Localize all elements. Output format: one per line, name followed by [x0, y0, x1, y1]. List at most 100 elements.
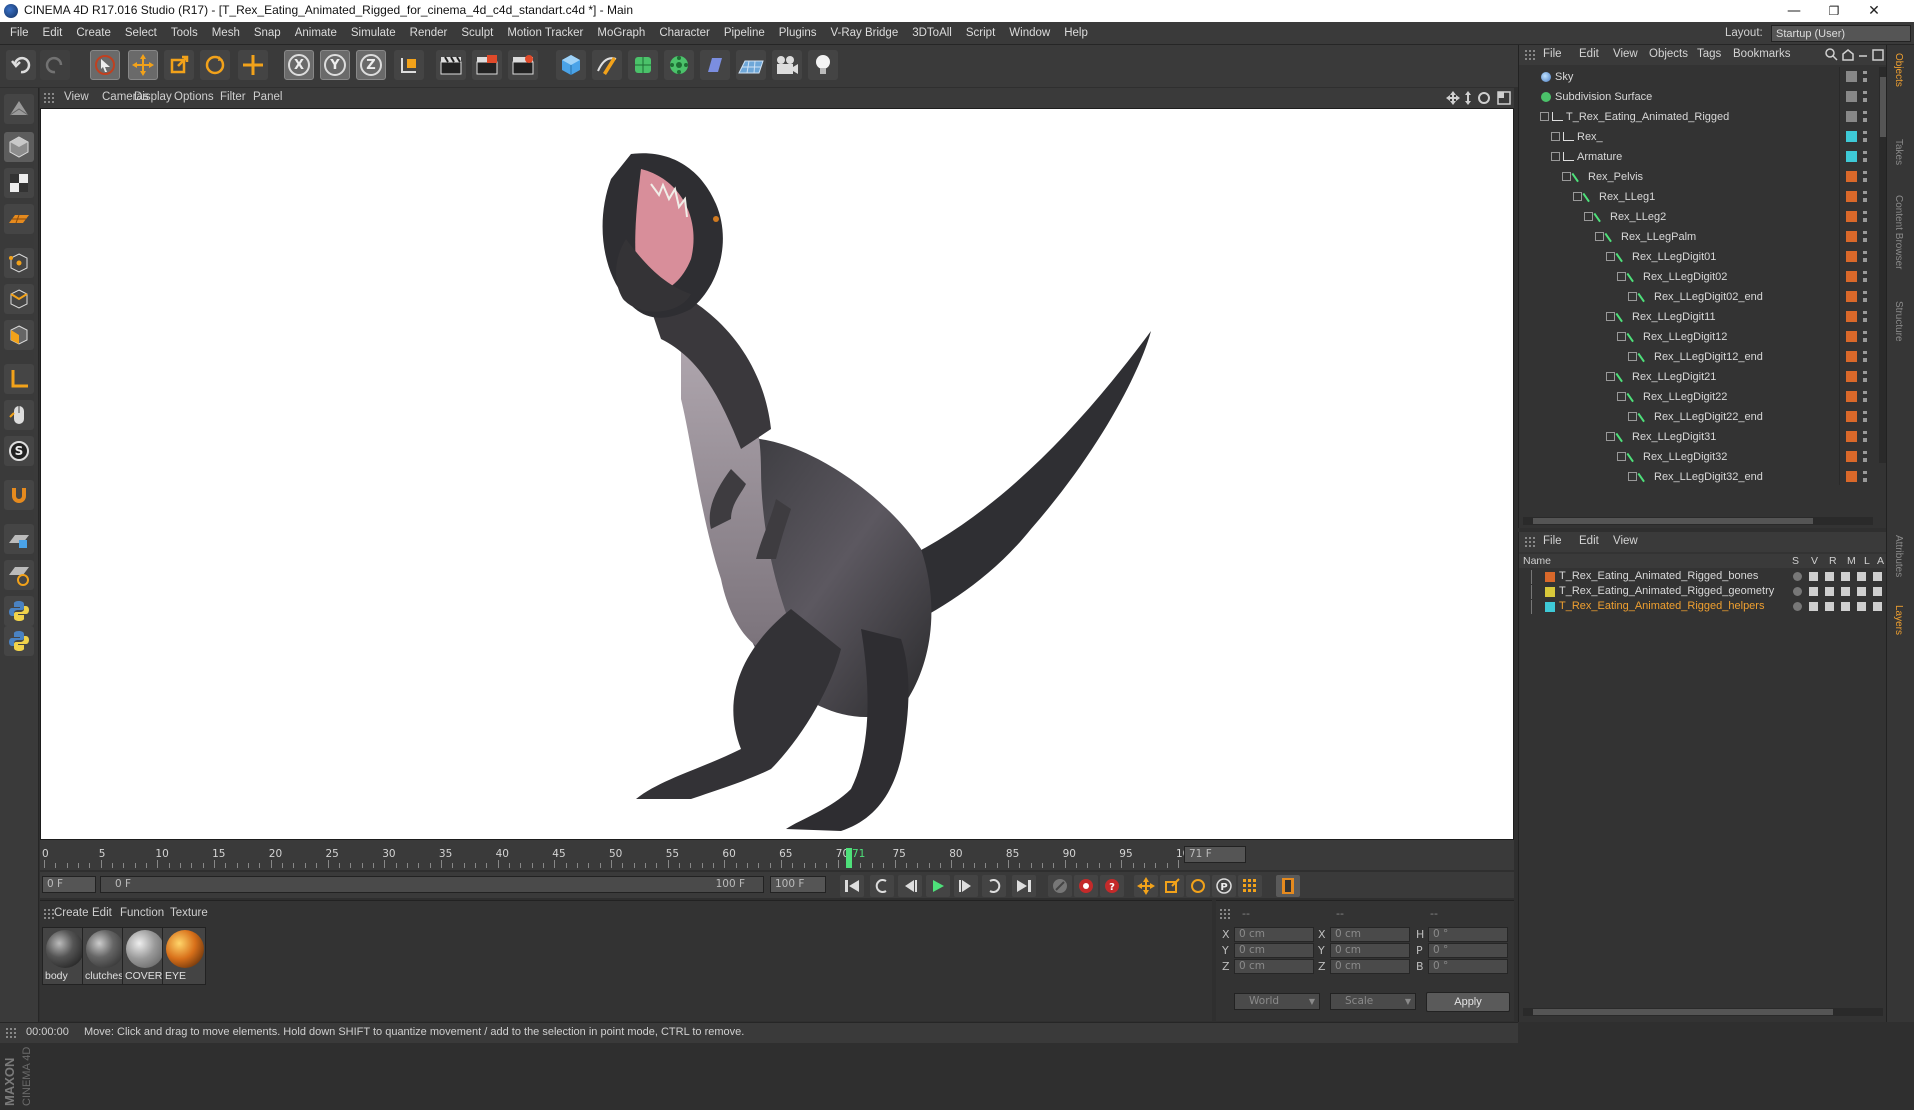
viewport-menu-display[interactable]: Display: [134, 91, 172, 103]
visibility-dots[interactable]: [1863, 111, 1867, 122]
rotate-tool-button[interactable]: [200, 50, 230, 80]
menu-snap[interactable]: Snap: [247, 22, 288, 44]
cloner-button[interactable]: [664, 50, 694, 80]
menu-mograph[interactable]: MoGraph: [590, 22, 652, 44]
key-rotation-button[interactable]: [1186, 875, 1210, 897]
visibility-dots[interactable]: [1863, 171, 1867, 182]
layer-animation-toggle[interactable]: [1873, 587, 1882, 596]
object-layer-tag[interactable]: [1846, 191, 1857, 202]
polygons-mode-button[interactable]: [4, 320, 34, 350]
transform-tool-button[interactable]: [238, 50, 268, 80]
object-layer-tag[interactable]: [1846, 91, 1857, 102]
layer-lock-toggle[interactable]: [1857, 587, 1866, 596]
menu-script[interactable]: Script: [959, 22, 1002, 44]
object-row[interactable]: Rex_LLegDigit12_end: [1519, 347, 1867, 367]
visibility-dots[interactable]: [1863, 451, 1867, 462]
apply-button[interactable]: Apply: [1426, 992, 1510, 1012]
timeline-window-button[interactable]: [1276, 875, 1300, 897]
tweak-mode-button[interactable]: [4, 400, 34, 430]
coord-rotation-field[interactable]: 0 °: [1428, 943, 1508, 958]
object-row[interactable]: Rex_LLegDigit11: [1519, 307, 1867, 327]
object-row[interactable]: Rex_LLeg2: [1519, 207, 1867, 227]
visibility-dots[interactable]: [1863, 271, 1867, 282]
menu-character[interactable]: Character: [652, 22, 717, 44]
light-button[interactable]: [808, 50, 838, 80]
coord-rotation-field[interactable]: 0 °: [1428, 959, 1508, 974]
object-row[interactable]: Rex_: [1519, 127, 1867, 147]
visibility-dots[interactable]: [1863, 291, 1867, 302]
layout-select[interactable]: Startup (User): [1771, 25, 1911, 42]
render-to-picture-viewer-button[interactable]: [472, 50, 502, 80]
layer-render-toggle[interactable]: [1825, 572, 1834, 581]
planar-workplane-button[interactable]: [4, 560, 34, 590]
tree-expand-icon[interactable]: [1606, 252, 1615, 261]
material-menu-texture[interactable]: Texture: [170, 907, 208, 919]
edges-mode-button[interactable]: [4, 284, 34, 314]
viewport-navigation-icons[interactable]: [1446, 91, 1512, 105]
menu-mesh[interactable]: Mesh: [205, 22, 247, 44]
object-layer-tag[interactable]: [1846, 131, 1857, 142]
layer-list-hscrollbar[interactable]: [1523, 1008, 1883, 1016]
object-row[interactable]: T_Rex_Eating_Animated_Rigged: [1519, 107, 1867, 127]
object-layer-tag[interactable]: [1846, 71, 1857, 82]
texture-mode-button[interactable]: [4, 168, 34, 198]
previous-frame-button[interactable]: [898, 875, 922, 897]
object-layer-tag[interactable]: [1846, 111, 1857, 122]
tree-expand-icon[interactable]: [1617, 332, 1626, 341]
material-eye[interactable]: EYE: [162, 927, 206, 985]
object-layer-tag[interactable]: [1846, 151, 1857, 162]
object-row[interactable]: Rex_LLegDigit22_end: [1519, 407, 1867, 427]
coord-position-field[interactable]: 0 cm: [1234, 927, 1314, 942]
previous-key-button[interactable]: [870, 875, 894, 897]
undo-button[interactable]: [6, 50, 36, 80]
object-row[interactable]: Rex_LLegPalm: [1519, 227, 1867, 247]
layer-solo-toggle[interactable]: [1793, 587, 1802, 596]
menu-motion-tracker[interactable]: Motion Tracker: [500, 22, 590, 44]
cube-primitive-button[interactable]: [556, 50, 586, 80]
visibility-dots[interactable]: [1863, 391, 1867, 402]
object-layer-tag[interactable]: [1846, 411, 1857, 422]
visibility-dots[interactable]: [1863, 411, 1867, 422]
object-row[interactable]: Rex_LLeg1: [1519, 187, 1867, 207]
layer-color-swatch[interactable]: [1545, 602, 1555, 612]
workplane-lock-button[interactable]: [4, 524, 34, 554]
tree-expand-icon[interactable]: [1617, 392, 1626, 401]
visibility-dots[interactable]: [1863, 91, 1867, 102]
keyframe-selection-button[interactable]: ?: [1100, 875, 1124, 897]
visibility-dots[interactable]: [1863, 331, 1867, 342]
next-key-button[interactable]: [982, 875, 1006, 897]
layer-manager-toggle[interactable]: [1841, 572, 1850, 581]
size-mode-select[interactable]: Scale ▼: [1330, 993, 1416, 1010]
tree-expand-icon[interactable]: [1562, 172, 1571, 181]
autokey-button[interactable]: [1074, 875, 1098, 897]
camera-button[interactable]: [772, 50, 802, 80]
tree-expand-icon[interactable]: [1628, 352, 1637, 361]
deformer-button[interactable]: [700, 50, 730, 80]
coord-position-field[interactable]: 0 cm: [1234, 943, 1314, 958]
tree-expand-icon[interactable]: [1540, 112, 1549, 121]
menu-file[interactable]: File: [3, 22, 36, 44]
tree-expand-icon[interactable]: [1584, 212, 1593, 221]
next-frame-button[interactable]: [954, 875, 978, 897]
tree-expand-icon[interactable]: [1628, 412, 1637, 421]
viewport-menu-panel[interactable]: Panel: [253, 91, 282, 103]
side-tab-objects[interactable]: Objects: [1893, 53, 1904, 87]
floor-button[interactable]: [736, 50, 766, 80]
record-keys-button[interactable]: [1048, 875, 1072, 897]
object-layer-tag[interactable]: [1846, 311, 1857, 322]
coordinate-system-button[interactable]: [394, 50, 424, 80]
layer-manager-toggle[interactable]: [1841, 602, 1850, 611]
visibility-dots[interactable]: [1863, 191, 1867, 202]
layer-view-toggle[interactable]: [1809, 587, 1818, 596]
layer-row[interactable]: T_Rex_Eating_Animated_Rigged_geometry: [1519, 585, 1887, 599]
move-tool-button[interactable]: [128, 50, 158, 80]
snap-button[interactable]: S: [4, 436, 34, 466]
menu-select[interactable]: Select: [118, 22, 164, 44]
subdivision-surface-button[interactable]: [628, 50, 658, 80]
object-row[interactable]: Rex_Pelvis: [1519, 167, 1867, 187]
object-layer-tag[interactable]: [1846, 271, 1857, 282]
object-layer-tag[interactable]: [1846, 231, 1857, 242]
live-selection-button[interactable]: [90, 50, 120, 80]
layer-view-toggle[interactable]: [1809, 602, 1818, 611]
layer-solo-toggle[interactable]: [1793, 602, 1802, 611]
